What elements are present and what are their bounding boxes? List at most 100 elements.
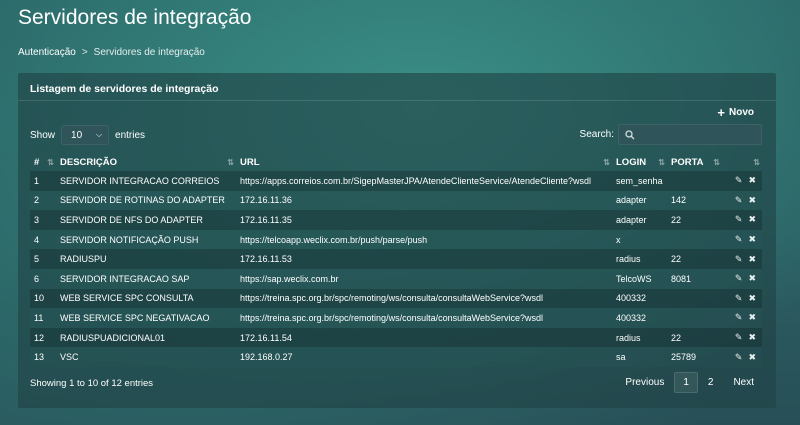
table-row[interactable]: 10 WEB SERVICE SPC CONSULTA https://treina… xyxy=(30,288,762,309)
cell-actions: ✎ ✖ xyxy=(722,327,762,348)
cell-url: 172.16.11.53 xyxy=(236,249,612,269)
edit-icon[interactable]: ✎ xyxy=(735,332,743,343)
cell-login: adapter xyxy=(612,210,667,230)
show-entries: Show 10 ⌵ entries xyxy=(30,125,145,145)
cell-actions: ✎ ✖ xyxy=(722,210,762,230)
plus-icon: + xyxy=(717,104,725,120)
col-header-login[interactable]: LOGIN ⇅ xyxy=(612,154,667,171)
edit-icon[interactable]: ✎ xyxy=(735,293,743,304)
edit-icon[interactable]: ✎ xyxy=(735,214,743,225)
delete-icon[interactable]: ✖ xyxy=(748,195,756,206)
cell-descricao: SERVIDOR NOTIFICAÇÃO PUSH xyxy=(56,229,236,250)
cell-porta xyxy=(667,171,722,191)
show-label: Show xyxy=(30,129,56,141)
edit-icon[interactable]: ✎ xyxy=(735,273,743,284)
cell-url: https://telcoapp.weclix.com.br/push/pars… xyxy=(236,229,612,250)
cell-descricao: RADIUSPUADICIONAL01 xyxy=(56,327,236,348)
panel-divider xyxy=(18,100,776,101)
cell-url: https://sap.weclix.com.br xyxy=(236,268,612,289)
cell-num: 2 xyxy=(30,190,56,211)
cell-actions: ✎ ✖ xyxy=(722,229,762,250)
search-box[interactable] xyxy=(618,124,762,145)
cell-login: x xyxy=(612,229,667,250)
cell-url: 172.16.11.35 xyxy=(236,210,612,230)
cell-url: https://treina.spc.org.br/spc/remoting/w… xyxy=(236,288,612,309)
col-header-num[interactable]: # ⇅ xyxy=(30,154,56,171)
servers-table: # ⇅ DESCRIÇÃO ⇅ URL ⇅ LOGIN ⇅ PORTA ⇅ ⇅ 1 SERV… xyxy=(30,154,762,367)
entries-value: 10 xyxy=(71,129,83,141)
breadcrumb-link-autenticacao[interactable]: Autenticação xyxy=(18,47,76,58)
pagination-page-2[interactable]: 2 xyxy=(698,372,724,393)
delete-icon[interactable]: ✖ xyxy=(748,332,756,343)
pagination-page-1[interactable]: 1 xyxy=(674,372,698,393)
pagination: Previous 1 2 Next xyxy=(615,372,764,393)
delete-icon[interactable]: ✖ xyxy=(748,273,756,284)
cell-num: 10 xyxy=(30,288,56,309)
sort-icon: ⇅ xyxy=(227,158,234,167)
cell-descricao: SERVIDOR DE ROTINAS DO ADAPTER xyxy=(56,190,236,211)
edit-icon[interactable]: ✎ xyxy=(735,254,743,265)
sort-icon: ⇅ xyxy=(47,158,54,167)
edit-icon[interactable]: ✎ xyxy=(735,175,743,186)
table-header-row: # ⇅ DESCRIÇÃO ⇅ URL ⇅ LOGIN ⇅ PORTA ⇅ ⇅ xyxy=(30,154,762,171)
pagination-next[interactable]: Next xyxy=(723,372,764,393)
cell-num: 4 xyxy=(30,229,56,250)
table-row[interactable]: 2 SERVIDOR DE ROTINAS DO ADAPTER 172.16.11… xyxy=(30,190,762,211)
cell-descricao: VSC xyxy=(56,347,236,367)
cell-login: sem_senha xyxy=(612,171,667,191)
table-row[interactable]: 13 VSC 192.168.0.27 sa 25789 ✎ ✖ xyxy=(30,347,762,367)
cell-actions: ✎ ✖ xyxy=(722,288,762,309)
edit-icon[interactable]: ✎ xyxy=(735,195,743,206)
new-button[interactable]: + Novo xyxy=(717,104,754,120)
table-row[interactable]: 4 SERVIDOR NOTIFICAÇÃO PUSH https://telcoa… xyxy=(30,229,762,250)
table-row[interactable]: 12 RADIUSPUADICIONAL01 172.16.11.54 radius 2… xyxy=(30,327,762,348)
cell-url: 172.16.11.54 xyxy=(236,327,612,348)
edit-icon[interactable]: ✎ xyxy=(735,312,743,323)
entries-select[interactable]: 10 ⌵ xyxy=(61,125,110,145)
cell-num: 6 xyxy=(30,268,56,289)
table-row[interactable]: 11 WEB SERVICE SPC NEGATIVACAO https://tre… xyxy=(30,308,762,328)
table-row[interactable]: 3 SERVIDOR DE NFS DO ADAPTER 172.16.11.35 a… xyxy=(30,210,762,230)
table-row[interactable]: 5 RADIUSPU 172.16.11.53 radius 22 ✎ ✖ xyxy=(30,249,762,269)
cell-descricao: SERVIDOR DE NFS DO ADAPTER xyxy=(56,210,236,230)
col-header-descricao[interactable]: DESCRIÇÃO ⇅ xyxy=(56,154,236,171)
delete-icon[interactable]: ✖ xyxy=(748,214,756,225)
edit-icon[interactable]: ✎ xyxy=(735,234,743,245)
breadcrumb: Autenticação > Servidores de integração xyxy=(18,47,205,58)
delete-icon[interactable]: ✖ xyxy=(748,312,756,323)
cell-actions: ✎ ✖ xyxy=(722,347,762,367)
table-row[interactable]: 1 SERVIDOR INTEGRACAO CORREIOS https://app… xyxy=(30,171,762,191)
delete-icon[interactable]: ✖ xyxy=(748,352,756,363)
cell-login: radius xyxy=(612,249,667,269)
search-label: Search: xyxy=(579,129,614,140)
pagination-previous[interactable]: Previous xyxy=(615,372,674,393)
table-info: Showing 1 to 10 of 12 entries xyxy=(30,378,154,389)
servers-panel: Listagem de servidores de integração + N… xyxy=(18,73,776,408)
cell-num: 5 xyxy=(30,249,56,269)
cell-actions: ✎ ✖ xyxy=(722,171,762,191)
sort-icon: ⇅ xyxy=(753,158,760,167)
col-header-actions[interactable]: ⇅ xyxy=(722,154,762,171)
cell-login: sa xyxy=(612,347,667,367)
delete-icon[interactable]: ✖ xyxy=(748,254,756,265)
page-title: Servidores de integração xyxy=(18,6,252,29)
delete-icon[interactable]: ✖ xyxy=(748,293,756,304)
table-row[interactable]: 6 SERVIDOR INTEGRACAO SAP https://sap.wecl… xyxy=(30,268,762,289)
cell-porta xyxy=(667,288,722,309)
cell-num: 3 xyxy=(30,210,56,230)
col-header-url[interactable]: URL ⇅ xyxy=(236,154,612,171)
col-header-porta[interactable]: PORTA ⇅ xyxy=(667,154,722,171)
edit-icon[interactable]: ✎ xyxy=(735,352,743,363)
cell-url: 172.16.11.36 xyxy=(236,190,612,211)
cell-login: 400332 xyxy=(612,288,667,309)
breadcrumb-current: Servidores de integração xyxy=(93,47,205,58)
cell-num: 13 xyxy=(30,347,56,367)
delete-icon[interactable]: ✖ xyxy=(748,234,756,245)
delete-icon[interactable]: ✖ xyxy=(748,175,756,186)
panel-title: Listagem de servidores de integração xyxy=(30,83,219,95)
cell-num: 1 xyxy=(30,171,56,191)
cell-descricao: WEB SERVICE SPC NEGATIVACAO xyxy=(56,308,236,328)
search-input[interactable] xyxy=(641,129,751,140)
cell-url: https://apps.correios.com.br/SigepMaster… xyxy=(236,171,612,191)
search-area: Search: xyxy=(580,124,762,145)
